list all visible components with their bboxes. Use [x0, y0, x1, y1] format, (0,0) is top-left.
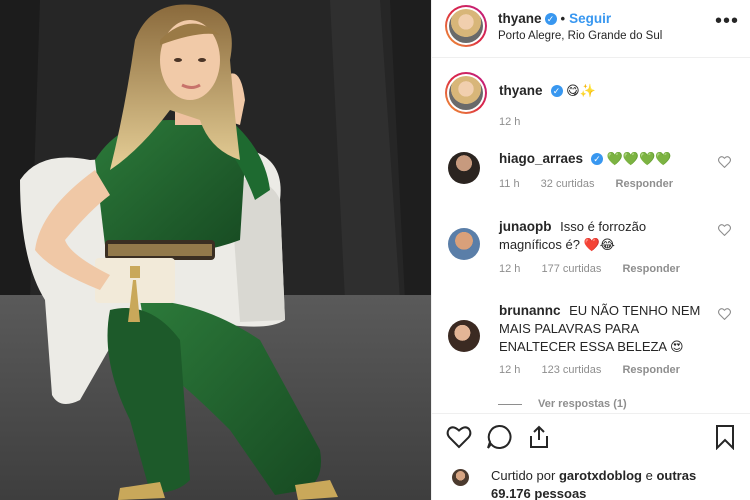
heart-icon[interactable] — [718, 156, 731, 168]
liked-and-label: e — [645, 468, 653, 483]
comment-time[interactable]: 12 h — [499, 364, 520, 376]
bookmark-icon[interactable] — [712, 424, 738, 450]
comment-meta: 11 h 32 curtidas Responder — [499, 178, 691, 190]
caption-text: 😋✨ — [566, 83, 596, 98]
verified-badge-icon: ✓ — [550, 85, 563, 97]
share-icon[interactable] — [526, 424, 552, 450]
likes-text: Curtido por garotxdoblog e outras 69.176… — [491, 467, 731, 500]
follow-button[interactable]: Seguir — [569, 11, 611, 26]
caption-avatar[interactable] — [445, 72, 487, 114]
comment-likes[interactable]: 177 curtidas — [541, 263, 601, 275]
comment-likes[interactable]: 123 curtidas — [541, 364, 601, 376]
photo-illustration — [0, 0, 431, 500]
heart-icon[interactable] — [718, 308, 731, 320]
comment-avatar[interactable] — [448, 152, 480, 184]
view-replies-label: Ver respostas (1) — [538, 398, 627, 410]
author-username[interactable]: thyane — [498, 11, 542, 26]
comment-body: junaopb Isso é forrozão magníficos é? ❤️… — [499, 218, 709, 254]
post-header: thyane ✓ • Seguir Porto Alegre, Rio Grande … — [432, 0, 750, 58]
post-side-panel: thyane ✓ • Seguir Porto Alegre, Rio Grande … — [431, 0, 750, 500]
comment-meta: 12 h 177 curtidas Responder — [499, 263, 698, 275]
comment-time[interactable]: 12 h — [499, 263, 520, 275]
comment-username[interactable]: brunannc — [499, 303, 561, 318]
caption-body: thyane ✓ 😋✨ — [499, 82, 709, 100]
post-location[interactable]: Porto Alegre, Rio Grande do Sul — [498, 30, 662, 42]
liked-by-label: Curtido por — [491, 468, 556, 483]
more-options-icon[interactable]: ••• — [715, 10, 739, 33]
heart-icon[interactable] — [446, 424, 472, 450]
liked-by-user[interactable]: garotxdoblog — [559, 468, 642, 483]
comment-avatar[interactable] — [448, 320, 480, 352]
verified-badge-icon: ✓ — [544, 13, 557, 25]
comment-meta: 12 h 123 curtidas Responder — [499, 364, 698, 376]
comment-body: brunannc EU NÃO TENHO NEM MAIS PALAVRAS … — [499, 302, 709, 356]
author-avatar[interactable] — [445, 5, 487, 47]
action-bar: Curtido por garotxdoblog e outras 69.176… — [432, 413, 750, 500]
reply-button[interactable]: Responder — [622, 364, 679, 376]
comment-username[interactable]: junaopb — [499, 219, 552, 234]
comment-icon[interactable] — [486, 424, 512, 450]
verified-badge-icon: ✓ — [591, 153, 604, 165]
post-photo[interactable] — [0, 0, 431, 500]
caption-time[interactable]: 12 h — [499, 116, 520, 128]
comment-likes[interactable]: 32 curtidas — [541, 178, 595, 190]
reply-button[interactable]: Responder — [616, 178, 673, 190]
separator-dot: • — [560, 11, 566, 26]
comment-avatar[interactable] — [448, 228, 480, 260]
replies-divider — [498, 403, 522, 405]
reply-button[interactable]: Responder — [622, 263, 679, 275]
heart-icon[interactable] — [718, 224, 731, 236]
view-replies-button[interactable]: Ver respostas (1) — [498, 398, 627, 410]
author-line: thyane ✓ • Seguir — [498, 11, 611, 26]
caption-username[interactable]: thyane — [499, 83, 543, 98]
comments-list[interactable]: thyane ✓ 😋✨ 12 h hiago_arraes ✓ 💚💚💚💚 11 h … — [432, 58, 750, 413]
caption-meta: 12 h — [499, 116, 538, 128]
comment-text: 💚💚💚💚 — [606, 151, 672, 166]
comment-time[interactable]: 11 h — [499, 178, 520, 190]
comment-username[interactable]: hiago_arraes — [499, 151, 583, 166]
instagram-post: thyane ✓ • Seguir Porto Alegre, Rio Grande … — [0, 0, 750, 500]
liker-avatar[interactable] — [452, 469, 469, 486]
comment-body: hiago_arraes ✓ 💚💚💚💚 — [499, 150, 709, 168]
